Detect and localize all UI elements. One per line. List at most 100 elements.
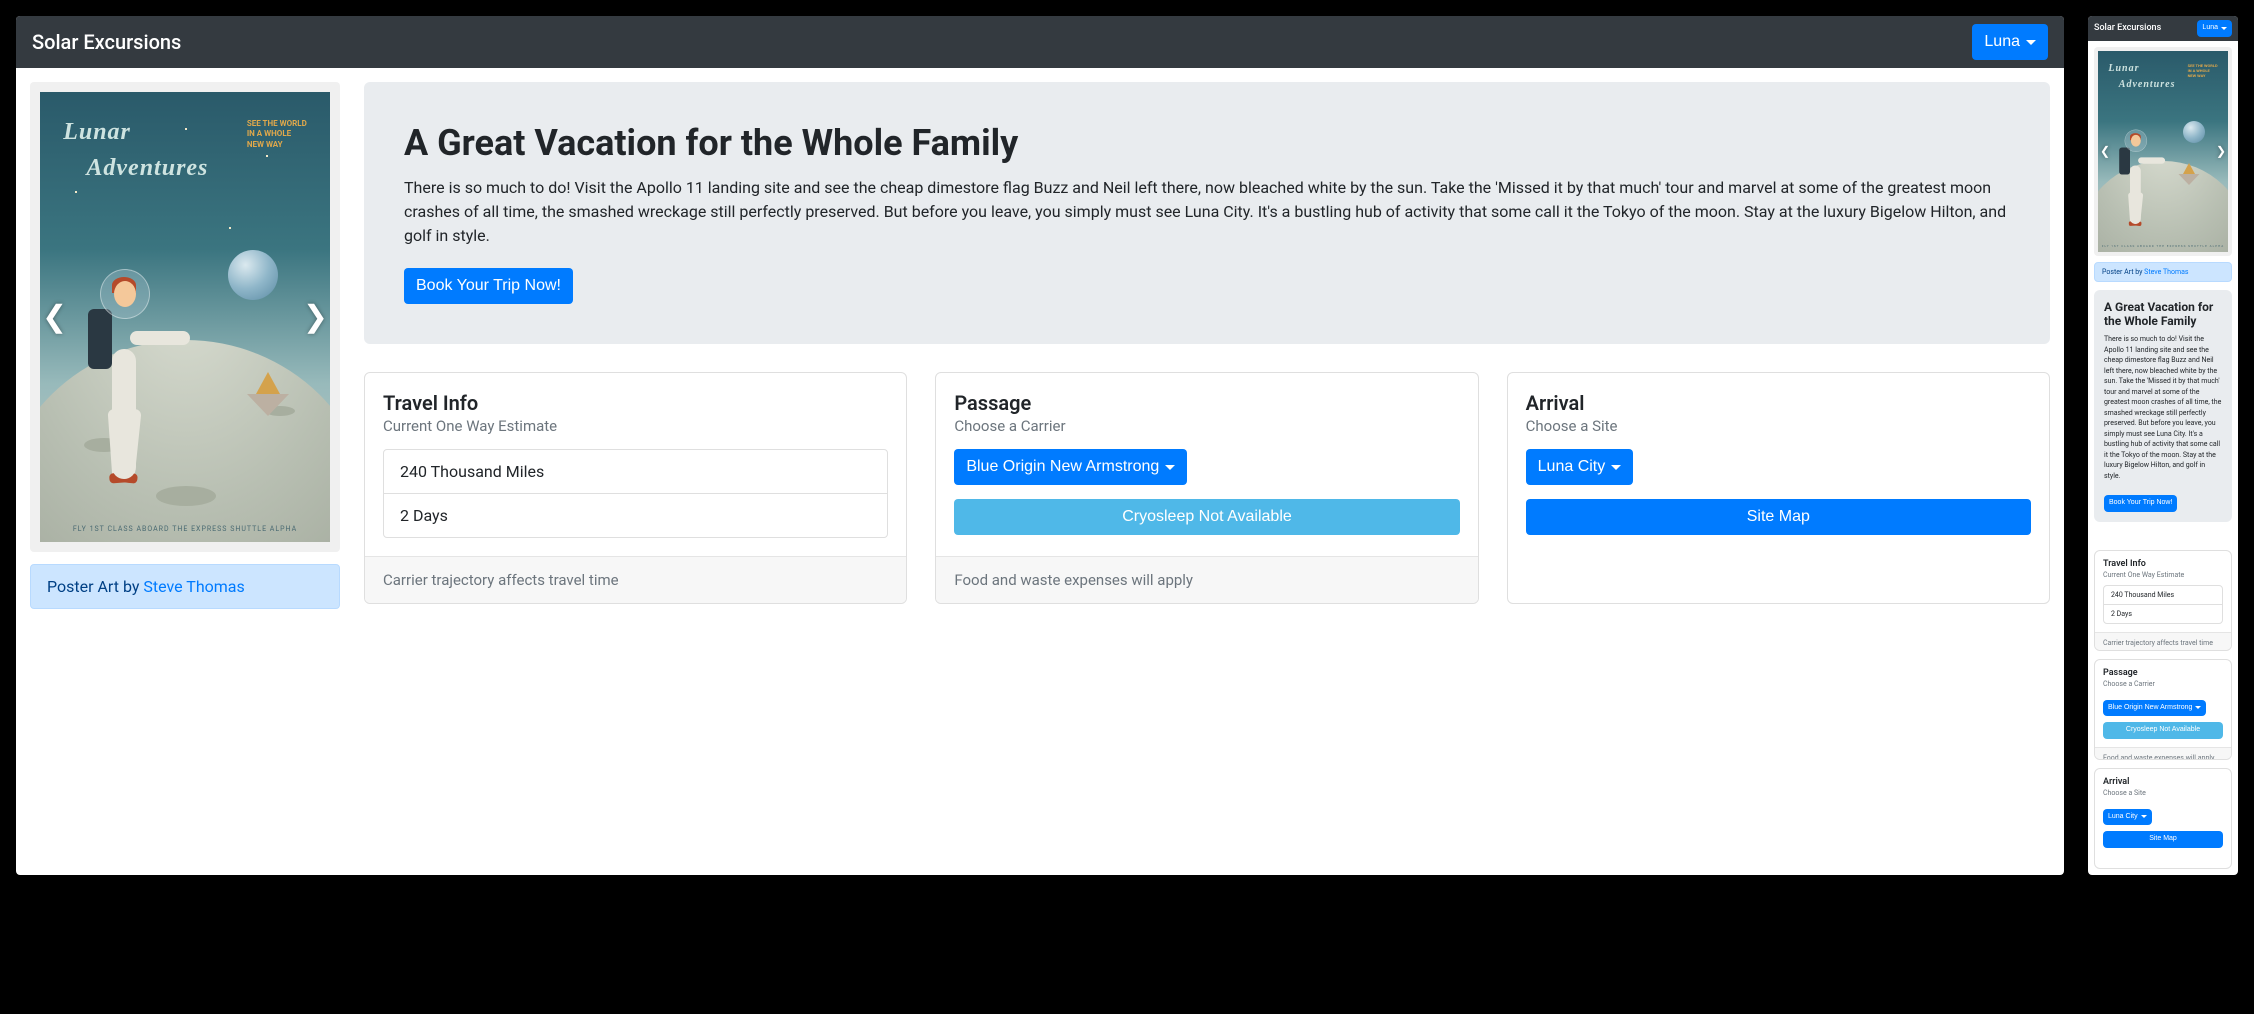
passage-footer: Food and waste expenses will apply (2095, 747, 2231, 760)
moon-surface (2098, 161, 2228, 252)
main-container: Lunar Adventures SEE THE WORLD IN A WHOL… (16, 68, 2064, 623)
jumbotron-body: There is so much to do! Visit the Apollo… (404, 176, 2010, 248)
destination-dropdown[interactable]: Luna (2197, 20, 2232, 37)
jumbotron: A Great Vacation for the Whole Family Th… (364, 82, 2050, 344)
arrival-title: Arrival (1526, 391, 2031, 415)
passage-title: Passage (954, 391, 1459, 415)
jumbotron: A Great Vacation for the Whole Family Th… (2094, 290, 2232, 522)
poster-carousel: Lunar Adventures SEE THE WORLD IN A WHOL… (2094, 47, 2232, 257)
travel-info-card: Travel Info Current One Way Estimate 240… (2094, 550, 2232, 651)
passage-footer: Food and waste expenses will apply (936, 556, 1477, 603)
cryosleep-button[interactable]: Cryosleep Not Available (2103, 722, 2223, 739)
chevron-down-icon (2221, 27, 2227, 30)
jumbotron-heading: A Great Vacation for the Whole Family (2104, 300, 2222, 328)
book-trip-button[interactable]: Book Your Trip Now! (404, 268, 573, 304)
poster-tagline: SEE THE WORLD IN A WHOLE NEW WAY (2188, 63, 2218, 79)
travel-list: 240 Thousand Miles 2 Days (2103, 585, 2223, 624)
jumbotron-heading: A Great Vacation for the Whole Family (404, 122, 2010, 164)
navbar: Solar Excursions Luna (16, 16, 2064, 68)
poster-title-2: Adventures (2119, 79, 2176, 90)
earth-icon (2183, 121, 2205, 143)
travel-footer: Carrier trajectory affects travel time (365, 556, 906, 603)
chevron-down-icon (2195, 706, 2201, 709)
travel-subtitle: Current One Way Estimate (2103, 571, 2223, 579)
main-container: Lunar Adventures SEE THE WORLD IN A WHOL… (2088, 41, 2238, 875)
desktop-viewport: Solar Excursions Luna Lunar Adventures S… (16, 16, 2064, 875)
travel-list: 240 Thousand Miles 2 Days (383, 449, 888, 538)
lander-icon (247, 372, 289, 416)
mobile-viewport: Solar Excursions Luna Lunar Adventures S… (2088, 16, 2238, 875)
travel-distance: 240 Thousand Miles (2104, 586, 2222, 605)
moon-surface (40, 340, 330, 543)
caption-prefix: Poster Art by (2102, 268, 2144, 276)
passage-title: Passage (2103, 668, 2223, 678)
destination-label: Luna (1984, 30, 2020, 54)
passage-subtitle: Choose a Carrier (2103, 680, 2223, 688)
poster-image: Lunar Adventures SEE THE WORLD IN A WHOL… (2098, 51, 2228, 253)
book-trip-button[interactable]: Book Your Trip Now! (2104, 495, 2177, 512)
carousel-next[interactable]: ❯ (293, 290, 338, 345)
carrier-dropdown[interactable]: Blue Origin New Armstrong (2103, 700, 2206, 717)
sidebar: Lunar Adventures SEE THE WORLD IN A WHOL… (30, 82, 340, 609)
arrival-title: Arrival (2103, 777, 2223, 787)
travel-info-card: Travel Info Current One Way Estimate 240… (364, 372, 907, 604)
travel-distance: 240 Thousand Miles (384, 450, 887, 494)
main-content: A Great Vacation for the Whole Family Th… (364, 82, 2050, 609)
poster-footer: FLY 1ST CLASS ABOARD THE EXPRESS SHUTTLE… (2098, 244, 2228, 248)
site-label: Luna City (1538, 455, 1606, 479)
travel-title: Travel Info (2103, 559, 2223, 569)
astronaut-icon (92, 269, 162, 479)
arrival-subtitle: Choose a Site (1526, 417, 2031, 435)
poster-caption: Poster Art by Steve Thomas (2094, 262, 2232, 282)
carrier-label: Blue Origin New Armstrong (2108, 703, 2192, 714)
artist-link[interactable]: Steve Thomas (2144, 268, 2188, 276)
earth-icon (228, 250, 278, 300)
card-row: Travel Info Current One Way Estimate 240… (364, 372, 2050, 604)
artist-link[interactable]: Steve Thomas (143, 577, 244, 596)
poster-title-1: Lunar (63, 119, 131, 146)
travel-title: Travel Info (383, 391, 888, 415)
jumbotron-body: There is so much to do! Visit the Apollo… (2104, 334, 2222, 481)
site-map-button[interactable]: Site Map (2103, 831, 2223, 848)
poster-title-1: Lunar (2108, 63, 2139, 74)
carousel-prev[interactable]: ❮ (32, 290, 77, 345)
card-row: Travel Info Current One Way Estimate 240… (2094, 550, 2232, 869)
poster-title-2: Adventures (86, 155, 208, 182)
travel-duration: 2 Days (2104, 605, 2222, 623)
poster-image: Lunar Adventures SEE THE WORLD IN A WHOL… (40, 92, 330, 542)
carousel-prev[interactable]: ❮ (2096, 140, 2114, 162)
destination-label: Luna (2202, 23, 2218, 34)
poster-carousel: Lunar Adventures SEE THE WORLD IN A WHOL… (30, 82, 340, 552)
chevron-down-icon (1611, 465, 1621, 470)
cryosleep-button[interactable]: Cryosleep Not Available (954, 499, 1459, 535)
carousel-next[interactable]: ❯ (2212, 140, 2230, 162)
travel-footer: Carrier trajectory affects travel time (2095, 632, 2231, 651)
site-map-button[interactable]: Site Map (1526, 499, 2031, 535)
poster-tagline: SEE THE WORLD IN A WHOLE NEW WAY (247, 119, 307, 150)
arrival-subtitle: Choose a Site (2103, 789, 2223, 797)
arrival-card: Arrival Choose a Site Luna City Site Map (2094, 768, 2232, 869)
brand[interactable]: Solar Excursions (32, 30, 181, 54)
destination-dropdown[interactable]: Luna (1972, 24, 2048, 60)
navbar: Solar Excursions Luna (2088, 16, 2238, 41)
site-dropdown[interactable]: Luna City (1526, 449, 1634, 485)
carrier-dropdown[interactable]: Blue Origin New Armstrong (954, 449, 1187, 485)
sidebar: Lunar Adventures SEE THE WORLD IN A WHOL… (2094, 47, 2232, 283)
chevron-down-icon (2026, 40, 2036, 45)
passage-card: Passage Choose a Carrier Blue Origin New… (935, 372, 1478, 604)
lander-icon (2178, 163, 2199, 185)
chevron-down-icon (2141, 815, 2147, 818)
site-dropdown[interactable]: Luna City (2103, 809, 2152, 826)
travel-duration: 2 Days (384, 494, 887, 537)
arrival-card: Arrival Choose a Site Luna City Site Map (1507, 372, 2050, 604)
carrier-label: Blue Origin New Armstrong (966, 455, 1159, 479)
travel-subtitle: Current One Way Estimate (383, 417, 888, 435)
main-content: A Great Vacation for the Whole Family Th… (2094, 290, 2232, 869)
brand[interactable]: Solar Excursions (2094, 23, 2161, 33)
caption-prefix: Poster Art by (47, 577, 143, 596)
poster-footer: FLY 1ST CLASS ABOARD THE EXPRESS SHUTTLE… (40, 525, 330, 533)
passage-card: Passage Choose a Carrier Blue Origin New… (2094, 659, 2232, 760)
poster-caption: Poster Art by Steve Thomas (30, 564, 340, 609)
chevron-down-icon (1165, 465, 1175, 470)
astronaut-icon (2121, 129, 2153, 224)
